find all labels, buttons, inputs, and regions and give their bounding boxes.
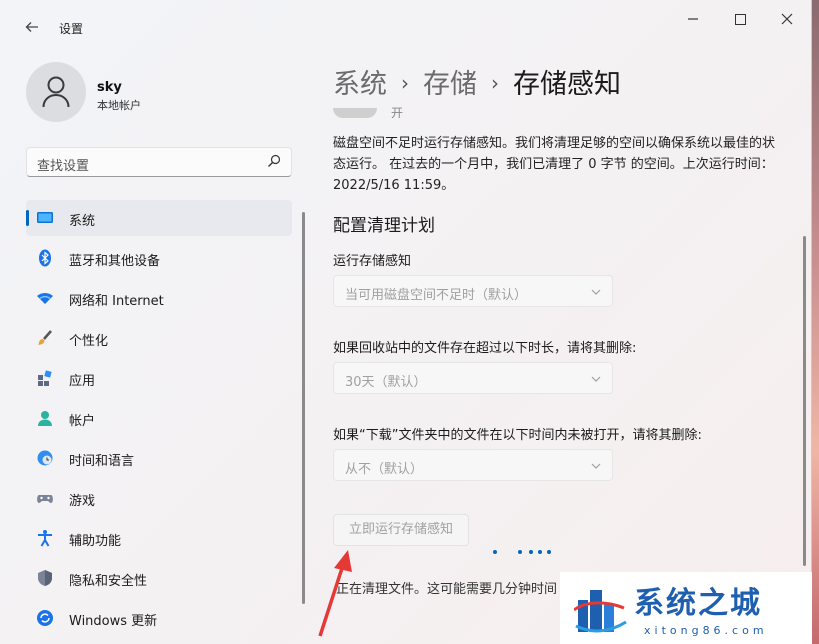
dropdown-value: 30天（默认） xyxy=(345,375,427,390)
back-arrow-icon[interactable] xyxy=(20,16,44,40)
sidebar-item-accounts[interactable]: 帐户 xyxy=(26,400,292,436)
sidebar-item-label: Windows 更新 xyxy=(69,614,158,629)
breadcrumb-separator: › xyxy=(491,71,499,95)
brush-icon xyxy=(38,330,52,345)
watermark-logo-icon xyxy=(574,590,627,633)
sidebar-item-bluetooth[interactable]: 蓝牙和其他设备 xyxy=(26,240,292,276)
main-scrollbar[interactable] xyxy=(803,236,806,566)
sidebar-scrollbar[interactable] xyxy=(302,212,305,604)
breadcrumb-item-storage-sense: 存储感知 xyxy=(513,69,621,100)
accessibility-icon xyxy=(38,530,52,547)
app-title: 设置 xyxy=(59,22,84,36)
sidebar-item-label: 辅助功能 xyxy=(69,534,122,549)
sidebar-item-system[interactable]: 系统 xyxy=(26,200,292,236)
search-input[interactable]: 查找设置 xyxy=(26,147,292,177)
apps-icon xyxy=(38,370,52,386)
sidebar-item-label: 系统 xyxy=(69,214,96,229)
user-icon xyxy=(42,76,70,108)
sidebar-item-windows-update[interactable]: Windows 更新 xyxy=(26,600,292,636)
downloads-label: 如果“下载”文件夹中的文件在以下时间内未被打开，请将其删除: xyxy=(333,428,702,443)
run-storage-sense-label: 运行存储感知 xyxy=(333,254,412,269)
sidebar-item-label: 隐私和安全性 xyxy=(69,574,148,589)
update-icon xyxy=(37,610,53,626)
gamepad-icon xyxy=(37,495,53,503)
wifi-icon xyxy=(37,293,53,304)
sidebar-item-accessibility[interactable]: 辅助功能 xyxy=(26,520,292,556)
desktop-background-strip xyxy=(812,0,819,644)
run-storage-sense-dropdown[interactable]: 当可用磁盘空间不足时（默认） xyxy=(333,275,613,307)
storage-sense-toggle[interactable] xyxy=(333,108,377,118)
system-monitor-icon xyxy=(37,212,53,223)
sidebar-item-label: 时间和语言 xyxy=(69,454,135,469)
bluetooth-icon xyxy=(39,249,51,267)
breadcrumb-separator: › xyxy=(401,71,409,95)
sidebar-item-label: 应用 xyxy=(69,374,96,389)
sidebar-item-label: 网络和 Internet xyxy=(69,294,164,309)
avatar[interactable] xyxy=(26,62,86,122)
shield-icon xyxy=(38,570,52,586)
storage-sense-description: 磁盘空间不足时运行存储感知。我们将清理足够的空间以确保系统以最佳的状态运行。 在… xyxy=(333,136,776,193)
close-icon[interactable] xyxy=(772,10,802,32)
watermark-title: 系统之城 xyxy=(634,586,762,621)
sidebar-item-time-language[interactable]: 时间和语言 xyxy=(26,440,292,476)
sidebar-item-gaming[interactable]: 游戏 xyxy=(26,480,292,516)
annotation-arrow-icon xyxy=(318,550,352,637)
title-bar: 设置 xyxy=(0,0,812,44)
sidebar-item-label: 蓝牙和其他设备 xyxy=(69,254,161,269)
maximize-icon[interactable] xyxy=(725,10,755,32)
breadcrumb-item-storage[interactable]: 存储 xyxy=(423,69,477,100)
sidebar-nav: 系统 蓝牙和其他设备 网络和 Internet 个性化 应用 帐户 时间和语言 … xyxy=(26,200,292,640)
globe-clock-icon xyxy=(37,450,53,466)
watermark: 系统之城 xitong86.com xyxy=(560,572,812,644)
breadcrumb: 系统 › 存储 › 存储感知 xyxy=(333,62,621,101)
sidebar-item-network[interactable]: 网络和 Internet xyxy=(26,280,292,316)
recycle-bin-label: 如果回收站中的文件存在超过以下时长，请将其删除: xyxy=(333,341,637,356)
settings-window: 设置 sky 本地帐户 查找设置 系统 蓝牙和其他设备 网络和 Internet… xyxy=(0,0,812,644)
sidebar-item-personalization[interactable]: 个性化 xyxy=(26,320,292,356)
dropdown-value: 从不（默认） xyxy=(345,462,424,477)
recycle-bin-dropdown[interactable]: 30天（默认） xyxy=(333,362,613,394)
minimize-icon[interactable] xyxy=(678,10,708,32)
breadcrumb-item-system[interactable]: 系统 xyxy=(333,69,387,100)
downloads-dropdown[interactable]: 从不（默认） xyxy=(333,449,613,481)
sidebar-item-privacy[interactable]: 隐私和安全性 xyxy=(26,560,292,596)
sidebar-item-label: 帐户 xyxy=(69,414,96,429)
user-name: sky xyxy=(97,80,122,95)
account-icon xyxy=(38,411,52,426)
chevron-down-icon xyxy=(591,463,601,469)
run-now-button[interactable]: 立即运行存储感知 xyxy=(333,514,469,546)
progress-dots xyxy=(493,550,563,556)
watermark-url: xitong86.com xyxy=(644,624,768,637)
dropdown-value: 当可用磁盘空间不足时（默认） xyxy=(345,288,528,303)
section-title: 配置清理计划 xyxy=(333,216,435,236)
account-type: 本地帐户 xyxy=(97,99,141,112)
sidebar-item-apps[interactable]: 应用 xyxy=(26,360,292,396)
search-icon xyxy=(268,154,281,167)
toggle-state-label: 开 xyxy=(391,106,404,118)
chevron-down-icon xyxy=(591,376,601,382)
search-placeholder: 查找设置 xyxy=(37,159,90,174)
chevron-down-icon xyxy=(591,289,601,295)
sidebar-item-label: 个性化 xyxy=(69,334,109,349)
sidebar-item-label: 游戏 xyxy=(69,494,96,509)
